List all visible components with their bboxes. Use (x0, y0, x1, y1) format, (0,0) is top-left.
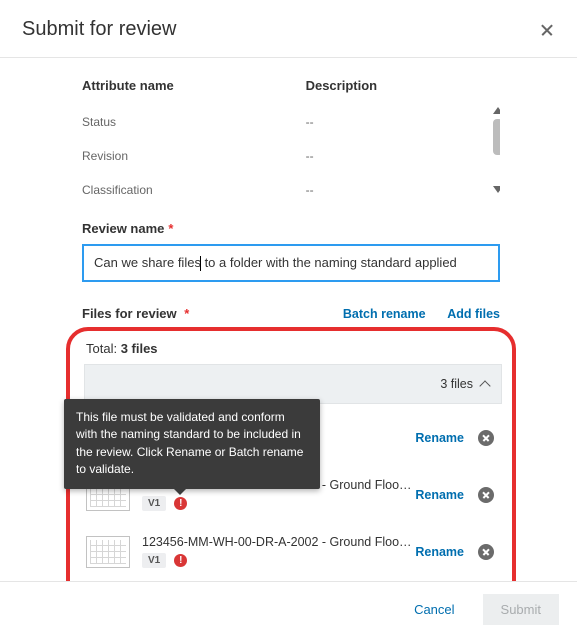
submit-review-modal: Submit for review Attribute name Descrip… (0, 0, 577, 637)
scroll-up-icon[interactable] (493, 107, 500, 114)
attributes-header: Attribute name Description (82, 72, 500, 105)
scroll-down-icon[interactable] (493, 186, 500, 193)
rename-link[interactable]: Rename (415, 488, 464, 502)
attr-desc: -- (306, 183, 500, 195)
attr-col-desc: Description (306, 78, 500, 93)
file-name: 123456-MM-WH-00-DR-A-2002 - Ground Floor… (142, 535, 415, 549)
review-input-text-post: to a folder with the naming standard app… (201, 255, 457, 270)
files-label-text: Files for review (82, 306, 177, 321)
cancel-button[interactable]: Cancel (396, 594, 472, 625)
attributes-table: Attribute name Description Status -- Rev… (82, 72, 500, 195)
attr-name: Status (82, 115, 306, 129)
attributes-scrollbar[interactable] (491, 105, 500, 195)
required-icon: * (168, 221, 173, 236)
attr-desc: -- (306, 115, 500, 129)
attr-row: Revision -- (82, 139, 500, 173)
modal-header: Submit for review (0, 0, 577, 58)
tooltip-text: This file must be validated and conform … (76, 410, 303, 476)
remove-file-icon[interactable] (478, 487, 494, 503)
attr-col-name: Attribute name (82, 78, 306, 93)
submit-button[interactable]: Submit (483, 594, 559, 625)
scroll-thumb[interactable] (493, 119, 500, 155)
review-name-label: Review name * (82, 221, 567, 236)
attr-name: Classification (82, 183, 306, 195)
review-name-input[interactable]: Can we share files to a folder with the … (82, 244, 500, 282)
chevron-up-icon (479, 380, 490, 391)
review-input-text-pre: Can we share files (94, 255, 201, 270)
close-icon[interactable] (539, 22, 555, 38)
validation-tooltip: This file must be validated and conform … (64, 399, 320, 489)
version-badge: V1 (142, 553, 166, 568)
attr-row: Status -- (82, 105, 500, 139)
files-actions: Batch rename Add files (325, 306, 500, 321)
modal-scroll[interactable]: Attribute name Description Status -- Rev… (0, 58, 577, 581)
remove-file-icon[interactable] (478, 430, 494, 446)
rename-link[interactable]: Rename (415, 545, 464, 559)
total-value: 3 files (121, 341, 158, 356)
warning-icon[interactable]: ! (174, 554, 187, 567)
batch-rename-link[interactable]: Batch rename (343, 307, 426, 321)
version-badge: V1 (142, 496, 166, 511)
notes-section-toggle[interactable]: Notes (84, 580, 502, 581)
files-label: Files for review * (82, 306, 189, 321)
total-label: Total: (86, 341, 121, 356)
file-row: 123456-MM-WH-00-DR-A-2002 - Ground Floor… (84, 523, 502, 580)
modal-body: Attribute name Description Status -- Rev… (0, 58, 577, 581)
attr-desc: -- (306, 149, 500, 163)
review-name-text: Review name (82, 221, 164, 236)
file-thumbnail[interactable] (86, 536, 130, 568)
add-files-link[interactable]: Add files (447, 307, 500, 321)
attr-row: Classification -- (82, 173, 500, 195)
files-header: Files for review * Batch rename Add file… (82, 306, 500, 321)
file-meta: 123456-MM-WH-00-DR-A-2002 - Ground Floor… (142, 535, 415, 568)
rename-link[interactable]: Rename (415, 431, 464, 445)
required-icon: * (181, 306, 190, 321)
modal-footer: Cancel Submit (0, 581, 577, 637)
attr-name: Revision (82, 149, 306, 163)
remove-file-icon[interactable] (478, 544, 494, 560)
modal-title: Submit for review (22, 18, 177, 41)
files-total: Total: 3 files (84, 337, 502, 364)
warning-icon[interactable]: ! (174, 497, 187, 510)
attributes-rows-viewport: Status -- Revision -- Classification -- (82, 105, 500, 195)
folder-file-count: 3 files (440, 377, 473, 391)
